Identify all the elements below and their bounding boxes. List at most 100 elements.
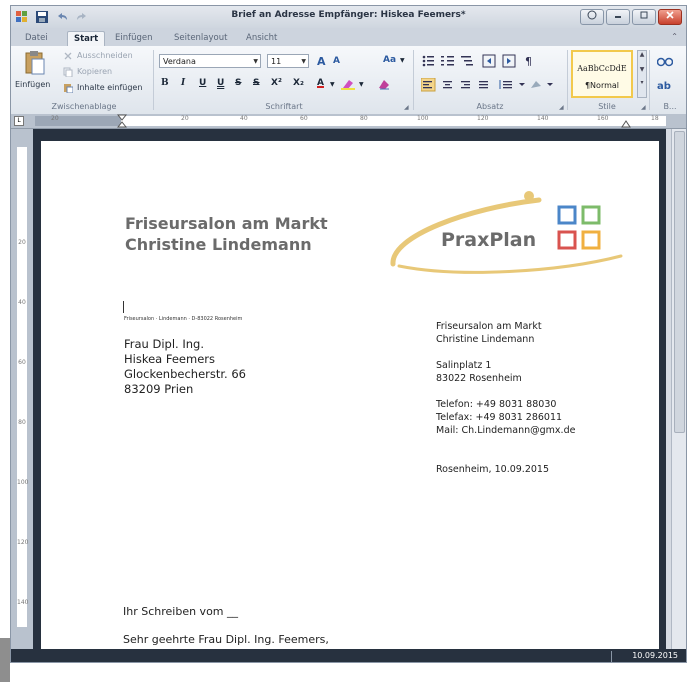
letterhead-line: Friseursalon am Markt xyxy=(125,214,328,233)
chevron-down-icon[interactable]: ▼ xyxy=(330,81,335,88)
document-page[interactable]: Friseursalon am Markt Christine Lindeman… xyxy=(41,141,659,661)
scrollbar-thumb[interactable] xyxy=(674,131,685,433)
status-date: 10.09.2015 xyxy=(632,651,678,660)
horizontal-ruler[interactable]: L 20 20 40 60 80 100 120 140 160 18 xyxy=(11,114,686,129)
ribbon-tabs: Datei Start Einfügen Seitenlayout Ansich… xyxy=(11,28,686,47)
ruler-tick: 140 xyxy=(537,115,549,122)
alignment-buttons[interactable] xyxy=(421,78,571,92)
strikethrough-icon[interactable]: S xyxy=(235,78,241,88)
font-name-select[interactable]: Verdana ▼ xyxy=(159,54,261,68)
help-icon xyxy=(587,10,597,20)
tab-start[interactable]: Start xyxy=(67,31,106,47)
grow-font-icon[interactable]: A xyxy=(317,55,326,68)
maximize-icon xyxy=(640,11,648,19)
ruler-tick: 80 xyxy=(360,115,368,122)
style-normal[interactable]: AaBbCcDdE ¶Normal xyxy=(571,50,633,98)
paste-content-button[interactable]: Inhalte einfügen xyxy=(63,82,153,94)
decrease-indent-icon xyxy=(482,54,496,68)
group-separator xyxy=(153,50,154,110)
paste-button[interactable]: Einfügen xyxy=(15,48,53,94)
letterhead-line: Christine Lindemann xyxy=(125,235,312,254)
shrink-font-icon[interactable]: A xyxy=(333,56,340,66)
ruler-margin-left xyxy=(35,116,121,126)
minimize-button[interactable] xyxy=(606,9,630,25)
sender-contact-block: Telefon: +49 8031 88030 Telefax: +49 803… xyxy=(436,398,575,437)
styles-group-label: Stile xyxy=(598,102,616,111)
font-color-icon[interactable]: A xyxy=(317,78,324,88)
recipient-line: Hiskea Feemers xyxy=(124,352,215,366)
right-indent-marker[interactable] xyxy=(621,118,631,128)
tab-einfuegen[interactable]: Einfügen xyxy=(109,31,159,46)
ruler-tick: 120 xyxy=(477,115,489,122)
help-button[interactable] xyxy=(580,9,604,25)
multilevel-list-icon xyxy=(461,56,473,66)
underline-icon[interactable]: U xyxy=(199,78,206,88)
maximize-button[interactable] xyxy=(632,9,656,25)
double-strikethrough-icon[interactable]: S xyxy=(253,78,259,88)
chevron-down-icon[interactable]: ▼ xyxy=(400,57,405,64)
sender-address-line: Salinplatz 1 xyxy=(436,360,492,371)
recipient-address[interactable]: Frau Dipl. Ing. Hiskea Feemers Glockenbe… xyxy=(124,337,246,397)
italic-icon[interactable]: I xyxy=(181,78,185,88)
close-button[interactable] xyxy=(658,9,682,25)
recipient-line: Frau Dipl. Ing. xyxy=(124,337,204,351)
bold-icon[interactable]: B xyxy=(161,78,169,88)
style-name: ¶Normal xyxy=(584,81,620,90)
dialog-launcher-icon[interactable]: ◢ xyxy=(404,104,409,111)
change-case-icon[interactable]: Aa xyxy=(383,55,396,65)
paragraph-group-label: Absatz xyxy=(476,102,504,111)
chevron-down-icon: ▼ xyxy=(253,58,258,65)
sender-phone: Telefon: +49 8031 88030 xyxy=(436,399,557,410)
ruler-tick: 20 xyxy=(51,115,59,122)
ruler-text-area xyxy=(121,116,666,126)
app-window: Brief an Adresse Empfänger: Hiskea Feeme… xyxy=(10,5,687,663)
chevron-down-icon: ▼ xyxy=(301,58,306,65)
double-underline-icon[interactable]: U xyxy=(217,78,224,88)
copy-button[interactable]: Kopieren xyxy=(63,66,143,78)
vruler-tick: 100 xyxy=(17,479,29,486)
chevron-down-icon: ▼ xyxy=(639,66,645,73)
tab-ansicht[interactable]: Ansicht xyxy=(240,31,283,46)
paste-icon xyxy=(25,51,45,75)
font-group-label: Schriftart xyxy=(265,102,303,111)
list-buttons[interactable]: ¶ xyxy=(421,54,561,68)
clipboard-group-label: Zwischenablage xyxy=(51,102,117,111)
ruler-tick: 160 xyxy=(597,115,609,122)
superscript-icon[interactable]: X² xyxy=(271,78,282,88)
more-icon: ▾ xyxy=(640,79,644,86)
vertical-scrollbar[interactable] xyxy=(671,129,686,649)
find-icon[interactable] xyxy=(657,56,673,68)
dialog-launcher-icon[interactable]: ◢ xyxy=(641,104,646,111)
logo-text: PraxPlan xyxy=(441,229,536,251)
chevron-down-icon[interactable]: ▼ xyxy=(359,81,364,88)
font-size-select[interactable]: 11 ▼ xyxy=(267,54,309,68)
sender-address-block: Salinplatz 1 83022 Rosenheim xyxy=(436,359,522,385)
cut-button[interactable]: Ausschneiden xyxy=(63,50,143,62)
style-gallery-scroll[interactable]: ▲ ▼ ▾ xyxy=(637,50,647,98)
group-separator xyxy=(413,50,414,110)
date-line: Rosenheim, 10.09.2015 xyxy=(436,464,549,475)
vertical-ruler[interactable]: 20 40 60 80 100 120 140 xyxy=(11,129,33,649)
ruler-tick: 100 xyxy=(417,115,429,122)
justify-icon xyxy=(479,81,488,89)
vertical-ruler-text-area xyxy=(17,147,27,627)
clear-format-icon[interactable] xyxy=(377,77,391,91)
font-size-value: 11 xyxy=(271,57,282,66)
subscript-icon[interactable]: X₂ xyxy=(293,78,304,88)
tab-seitenlayout[interactable]: Seitenlayout xyxy=(168,31,233,46)
status-separator xyxy=(611,651,612,662)
replace-icon[interactable]: ab xyxy=(657,78,673,92)
svg-text:ab: ab xyxy=(657,81,671,92)
tab-selector[interactable]: L xyxy=(14,116,24,126)
highlight-icon[interactable] xyxy=(341,78,357,90)
tab-datei[interactable]: Datei xyxy=(19,31,54,46)
vruler-tick: 120 xyxy=(17,539,29,546)
vruler-tick: 80 xyxy=(18,419,26,426)
sender-address-line: 83022 Rosenheim xyxy=(436,373,522,384)
copy-label: Kopieren xyxy=(77,67,113,76)
ribbon-collapse-icon[interactable]: ⌃ xyxy=(671,32,678,41)
copy-icon xyxy=(63,67,73,77)
sender-name-line: Christine Lindemann xyxy=(436,334,535,345)
indent-marker[interactable] xyxy=(117,114,127,128)
dialog-launcher-icon[interactable]: ◢ xyxy=(559,104,564,111)
